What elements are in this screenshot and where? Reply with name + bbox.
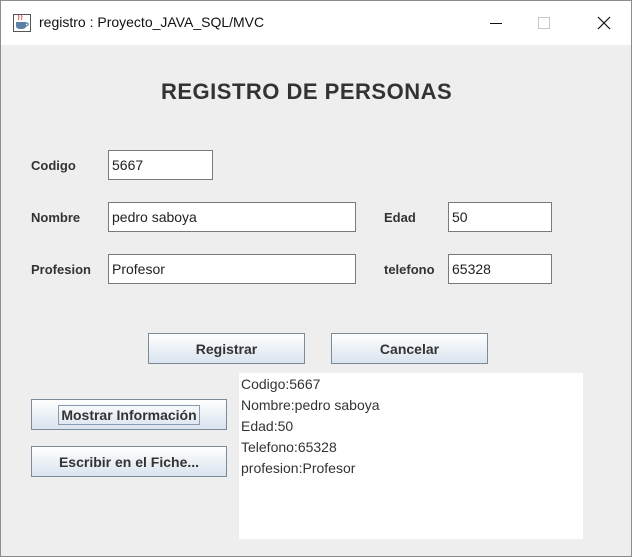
codigo-field[interactable]: 5667 (108, 150, 213, 180)
title-bar[interactable]: registro : Proyecto_JAVA_SQL/MVC (1, 1, 631, 45)
output-line: profesion:Profesor (241, 460, 356, 476)
output-text-area[interactable]: Codigo:5667 Nombre:pedro saboya Edad:50 … (239, 373, 583, 539)
app-window: registro : Proyecto_JAVA_SQL/MVC REGISTR… (0, 0, 632, 557)
window-title: registro : Proyecto_JAVA_SQL/MVC (39, 14, 265, 30)
mostrar-informacion-button[interactable]: Mostrar Información (31, 399, 227, 430)
form-heading: REGISTRO DE PERSONAS (161, 79, 453, 104)
edad-field[interactable]: 50 (448, 202, 552, 232)
output-line: Edad:50 (241, 418, 294, 434)
minimize-button[interactable] (473, 1, 519, 45)
close-button[interactable] (581, 1, 627, 45)
output-line: Codigo:5667 (241, 376, 321, 392)
escribir-fichero-button-label: Escribir en el Fiche... (58, 453, 200, 470)
output-line: Telefono:65328 (241, 439, 337, 455)
maximize-icon (538, 17, 550, 29)
close-icon (597, 16, 611, 30)
edad-label: Edad (384, 210, 416, 225)
profesion-label: Profesion (31, 262, 91, 277)
registrar-button-label: Registrar (195, 340, 258, 357)
registrar-button[interactable]: Registrar (148, 333, 305, 364)
profesion-field[interactable]: Profesor (108, 254, 356, 284)
java-coffee-cup-icon (13, 14, 31, 32)
maximize-button[interactable] (521, 1, 567, 45)
cancelar-button[interactable]: Cancelar (331, 333, 488, 364)
telefono-label: telefono (384, 262, 435, 277)
cancelar-button-label: Cancelar (379, 340, 440, 357)
nombre-field[interactable]: pedro saboya (108, 202, 356, 232)
minimize-icon (490, 23, 502, 24)
escribir-fichero-button[interactable]: Escribir en el Fiche... (31, 446, 227, 477)
mostrar-informacion-button-label: Mostrar Información (58, 404, 200, 425)
output-line: Nombre:pedro saboya (241, 397, 380, 413)
codigo-label: Codigo (31, 158, 76, 173)
nombre-label: Nombre (31, 210, 81, 225)
telefono-field[interactable]: 65328 (448, 254, 552, 284)
